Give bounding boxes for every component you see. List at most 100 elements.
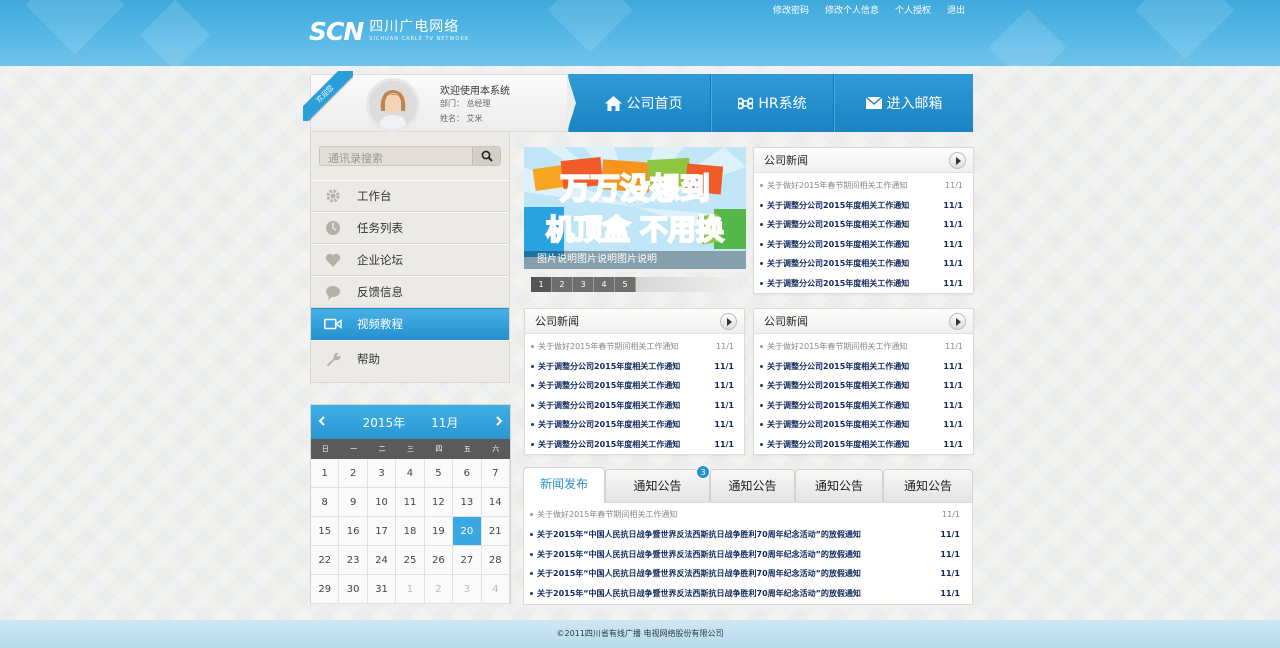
calendar-day[interactable]: 7 <box>481 459 510 488</box>
banner-page-2[interactable]: 2 <box>552 277 573 292</box>
calendar-day[interactable]: 8 <box>311 488 340 517</box>
prev-month-button[interactable] <box>318 415 325 429</box>
calendar-day[interactable]: 30 <box>339 575 368 604</box>
calendar-day[interactable]: 11 <box>396 488 425 517</box>
list-item[interactable]: 关于调整分公司2015年度相关工作通知 11/1 <box>525 357 744 377</box>
list-item[interactable]: 关于调整分公司2015年度相关工作通知 11/1 <box>754 196 973 216</box>
calendar-day[interactable]: 24 <box>367 546 397 575</box>
calendar-day[interactable]: 3 <box>367 459 397 488</box>
tab-notice-3[interactable]: 通知公告 <box>795 469 883 502</box>
list-item-title[interactable]: 关于调整分公司2015年度相关工作通知 <box>538 400 714 411</box>
list-item-title[interactable]: 关于调整分公司2015年度相关工作通知 <box>767 258 943 269</box>
list-item[interactable]: 关于2015年“中国人民抗日战争暨世界反法西斯抗日战争胜利70周年纪念活动”的放… <box>524 564 972 584</box>
calendar-day[interactable]: 9 <box>339 488 368 517</box>
list-item-title[interactable]: 关于2015年“中国人民抗日战争暨世界反法西斯抗日战争胜利70周年纪念活动”的放… <box>537 549 940 560</box>
sidebar-item-tasks[interactable]: 任务列表 <box>311 212 509 244</box>
promo-banner[interactable]: 万万没想到 机顶盒 不用换 图片说明图片说明图片说明 <box>524 147 746 269</box>
nav-mailbox[interactable]: 进入邮箱 <box>834 74 973 132</box>
list-item-title[interactable]: 关于调整分公司2015年度相关工作通知 <box>538 361 714 372</box>
calendar-day[interactable]: 23 <box>339 546 368 575</box>
sidebar-item-forum[interactable]: 企业论坛 <box>311 244 509 276</box>
calendar-day[interactable]: 5 <box>424 459 454 488</box>
more-arrow-icon[interactable] <box>949 313 966 330</box>
list-item-title[interactable]: 关于调整分公司2015年度相关工作通知 <box>538 439 714 450</box>
calendar-day[interactable]: 25 <box>396 546 425 575</box>
calendar-day[interactable]: 10 <box>367 488 397 517</box>
list-item-title[interactable]: 关于调整分公司2015年度相关工作通知 <box>767 200 943 211</box>
nav-hr-system[interactable]: HR系统 <box>711 74 834 132</box>
personal-authorization-link[interactable]: 个人授权 <box>895 5 931 17</box>
list-item-title[interactable]: 关于做好2015年春节期间相关工作通知 <box>767 180 945 191</box>
list-item[interactable]: 关于2015年“中国人民抗日战争暨世界反法西斯抗日战争胜利70周年纪念活动”的放… <box>524 525 972 545</box>
list-item-title[interactable]: 关于调整分公司2015年度相关工作通知 <box>538 380 714 391</box>
calendar-day[interactable]: 12 <box>424 488 454 517</box>
list-item-title[interactable]: 关于2015年“中国人民抗日战争暨世界反法西斯抗日战争胜利70周年纪念活动”的放… <box>537 529 940 540</box>
list-item-title[interactable]: 关于调整分公司2015年度相关工作通知 <box>767 219 943 230</box>
sidebar-item-help[interactable]: 帮助 <box>311 340 509 376</box>
list-item-title[interactable]: 关于调整分公司2015年度相关工作通知 <box>767 419 943 430</box>
list-item[interactable]: 关于调整分公司2015年度相关工作通知 11/1 <box>754 376 973 396</box>
calendar-day[interactable]: 3 <box>453 575 482 604</box>
tab-notice-4[interactable]: 通知公告 <box>883 469 973 502</box>
list-item[interactable]: 关于调整分公司2015年度相关工作通知 11/1 <box>754 396 973 416</box>
sidebar-item-video-tutorials[interactable]: 视频教程 <box>311 308 509 340</box>
list-item[interactable]: 关于做好2015年春节期间相关工作通知 11/1 <box>754 176 973 196</box>
logout-link[interactable]: 退出 <box>947 5 965 17</box>
calendar-day[interactable]: 27 <box>453 546 482 575</box>
list-item-title[interactable]: 关于调整分公司2015年度相关工作通知 <box>767 239 943 250</box>
calendar-day[interactable]: 19 <box>424 517 454 546</box>
list-item-title[interactable]: 关于2015年“中国人民抗日战争暨世界反法西斯抗日战争胜利70周年纪念活动”的放… <box>537 568 940 579</box>
calendar-day[interactable]: 4 <box>396 459 425 488</box>
next-month-button[interactable] <box>496 415 503 429</box>
nav-home[interactable]: 公司首页 <box>568 74 711 132</box>
banner-page-5[interactable]: 5 <box>615 277 636 292</box>
calendar-day[interactable]: 26 <box>424 546 454 575</box>
edit-profile-link[interactable]: 修改个人信息 <box>825 5 879 17</box>
calendar-year[interactable]: 2015年 <box>363 414 406 431</box>
calendar-day[interactable]: 16 <box>339 517 368 546</box>
more-arrow-icon[interactable] <box>949 152 966 169</box>
list-item[interactable]: 关于2015年“中国人民抗日战争暨世界反法西斯抗日战争胜利70周年纪念活动”的放… <box>524 544 972 564</box>
calendar-day[interactable]: 17 <box>367 517 397 546</box>
list-item-title[interactable]: 关于调整分公司2015年度相关工作通知 <box>767 361 943 372</box>
list-item[interactable]: 关于做好2015年春节期间相关工作通知 11/1 <box>525 337 744 357</box>
more-arrow-icon[interactable] <box>720 313 737 330</box>
calendar-day[interactable]: 2 <box>339 459 368 488</box>
calendar-day[interactable]: 6 <box>453 459 482 488</box>
list-item-title[interactable]: 关于调整分公司2015年度相关工作通知 <box>538 419 714 430</box>
list-item-title[interactable]: 关于调整分公司2015年度相关工作通知 <box>767 380 943 391</box>
list-item-title[interactable]: 关于做好2015年春节期间相关工作通知 <box>538 341 716 352</box>
calendar-month[interactable]: 11月 <box>431 414 458 431</box>
calendar-day[interactable]: 21 <box>481 517 510 546</box>
list-item[interactable]: 关于调整分公司2015年度相关工作通知 11/1 <box>754 415 973 435</box>
list-item[interactable]: 关于2015年“中国人民抗日战争暨世界反法西斯抗日战争胜利70周年纪念活动”的放… <box>524 584 972 604</box>
sidebar-item-workbench[interactable]: 工作台 <box>311 180 509 212</box>
calendar-day[interactable]: 15 <box>311 517 340 546</box>
search-button[interactable] <box>472 147 500 165</box>
calendar-day[interactable]: 29 <box>311 575 340 604</box>
tab-news-release[interactable]: 新闻发布 <box>523 467 605 503</box>
tab-notice-1[interactable]: 通知公告 <box>605 469 710 502</box>
list-item[interactable]: 关于调整分公司2015年度相关工作通知 11/1 <box>525 376 744 396</box>
contacts-search[interactable]: 通讯录搜索 <box>319 146 501 166</box>
calendar-day[interactable]: 18 <box>396 517 425 546</box>
banner-page-4[interactable]: 4 <box>594 277 615 292</box>
list-item[interactable]: 关于调整分公司2015年度相关工作通知 11/1 <box>525 415 744 435</box>
list-item[interactable]: 关于调整分公司2015年度相关工作通知 11/1 <box>754 215 973 235</box>
list-item[interactable]: 关于调整分公司2015年度相关工作通知 11/1 <box>754 254 973 274</box>
avatar[interactable] <box>366 78 420 132</box>
list-item[interactable]: 关于调整分公司2015年度相关工作通知 11/1 <box>754 274 973 294</box>
list-item[interactable]: 关于调整分公司2015年度相关工作通知 11/1 <box>754 357 973 377</box>
sidebar-item-feedback[interactable]: 反馈信息 <box>311 276 509 308</box>
list-item[interactable]: 关于调整分公司2015年度相关工作通知 11/1 <box>754 235 973 255</box>
calendar-day[interactable]: 31 <box>367 575 397 604</box>
list-item-title[interactable]: 关于调整分公司2015年度相关工作通知 <box>767 278 943 289</box>
list-item-title[interactable]: 关于调整分公司2015年度相关工作通知 <box>767 439 943 450</box>
calendar-day[interactable]: 4 <box>481 575 510 604</box>
list-item-title[interactable]: 关于2015年“中国人民抗日战争暨世界反法西斯抗日战争胜利70周年纪念活动”的放… <box>537 588 940 599</box>
calendar-day[interactable]: 14 <box>481 488 510 517</box>
list-item[interactable]: 关于做好2015年春节期间相关工作通知 11/1 <box>754 337 973 357</box>
change-password-link[interactable]: 修改密码 <box>773 5 809 17</box>
calendar-day[interactable]: 1 <box>396 575 425 604</box>
calendar-day[interactable]: 20 <box>453 517 482 546</box>
